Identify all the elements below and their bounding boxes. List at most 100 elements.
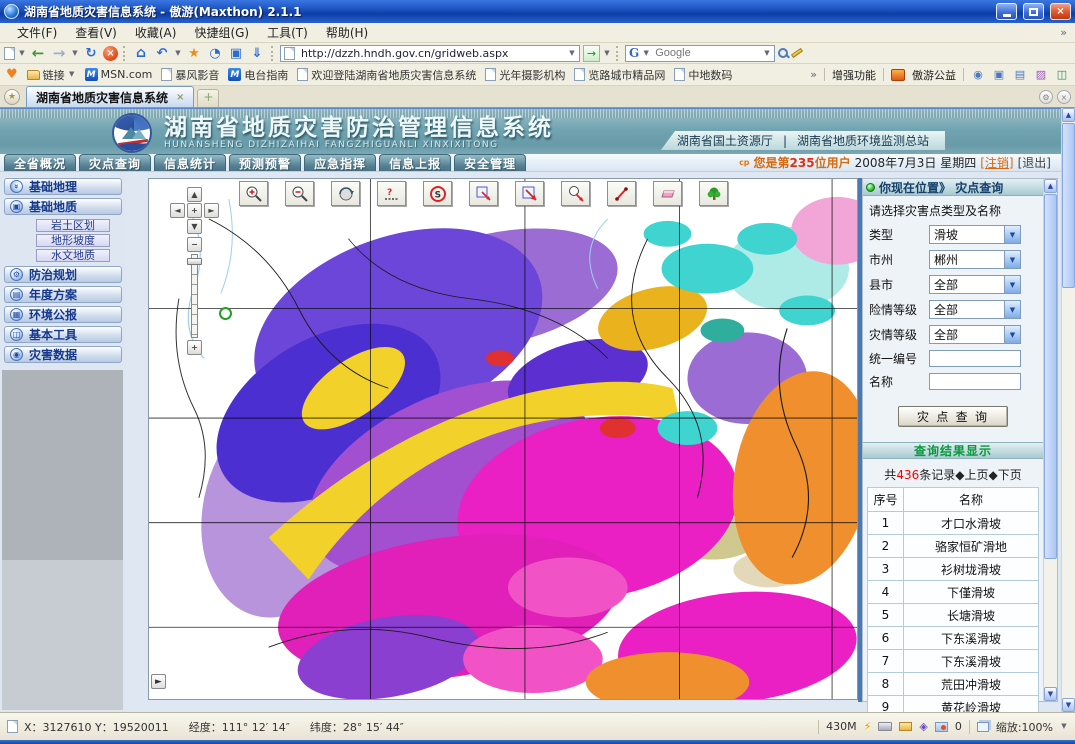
undo-icon[interactable]: ↶ (153, 44, 171, 62)
history-dropdown-icon[interactable]: ▼ (71, 44, 79, 62)
zoom-window-icon[interactable] (977, 722, 989, 732)
address-dropdown-icon[interactable]: ▼ (568, 44, 576, 62)
menu-groups[interactable]: 快捷组(G) (185, 23, 258, 42)
history-icon[interactable]: ◔ (206, 44, 224, 62)
exit-link[interactable]: [退出] (1018, 154, 1051, 171)
screenshot-icon[interactable] (935, 722, 948, 732)
sidebar-item-basic-tools[interactable]: ◫ 基本工具 (4, 326, 122, 343)
city-select[interactable]: 郴州 ▼ (929, 250, 1021, 269)
highlight-icon[interactable] (791, 48, 803, 58)
tab-options-icon[interactable]: ⚙ (1039, 90, 1053, 104)
link-zhongdi[interactable]: 中地数码 (674, 67, 732, 83)
link-radio[interactable]: M 电台指南 (228, 67, 288, 83)
pan-down-icon[interactable]: ▼ (187, 219, 202, 234)
tab-active[interactable]: 湖南省地质灾害信息系统 × (26, 86, 194, 107)
sidebar-item-prevention-plan[interactable]: ⚙ 防治规划 (4, 266, 122, 283)
downloads-folder-icon[interactable] (899, 722, 912, 731)
table-row[interactable]: 3衫树垅滑坡 (868, 558, 1039, 581)
magic-wand-icon[interactable]: ★ (185, 44, 203, 62)
nav-tab-statistics[interactable]: 信息统计 (154, 154, 226, 171)
scroll-down-icon[interactable]: ▼ (1044, 687, 1057, 701)
county-select[interactable]: 全部 ▼ (929, 275, 1021, 294)
new-page-dropdown-icon[interactable]: ▼ (18, 44, 26, 62)
stop-icon[interactable]: × (103, 46, 118, 61)
scroll-down-icon[interactable]: ▼ (1062, 698, 1075, 712)
table-row[interactable]: 1才口水滑坡 (868, 512, 1039, 535)
nav-tab-overview[interactable]: 全省概况 (4, 154, 76, 171)
zoom-slider-handle[interactable] (187, 258, 202, 265)
link-welcome[interactable]: 欢迎登陆湖南省地质灾害信息系统 (297, 67, 476, 83)
chevron-down-icon[interactable]: ▼ (1004, 301, 1020, 318)
sidebar-item-annual-plan[interactable]: ▤ 年度方案 (4, 286, 122, 303)
back-icon[interactable]: ← (29, 44, 47, 62)
new-tab-button[interactable]: + (197, 89, 219, 107)
pan-rotate-button[interactable] (331, 181, 360, 206)
plugin-package-icon[interactable]: ◈ (919, 720, 927, 733)
menu-favorites[interactable]: 收藏(A) (126, 23, 186, 42)
undo-dropdown-icon[interactable]: ▼ (174, 44, 182, 62)
table-row[interactable]: 6下东溪滑坡 (868, 627, 1039, 650)
disaster-query-button[interactable]: 灾 点 查 询 (898, 406, 1008, 427)
refresh-icon[interactable]: ↻ (82, 44, 100, 62)
menu-help[interactable]: 帮助(H) (317, 23, 377, 42)
eraser-button[interactable] (653, 181, 682, 206)
sidebar-item-base-geology[interactable]: ▣ 基础地质 (4, 198, 122, 215)
identify-button[interactable] (561, 181, 590, 206)
menu-tools[interactable]: 工具(T) (258, 23, 317, 42)
zoom-in-button[interactable] (239, 181, 268, 206)
maximize-button[interactable] (1023, 3, 1044, 20)
links-overflow-icon[interactable]: » (810, 68, 817, 81)
download-icon[interactable]: ⇓ (248, 44, 266, 62)
nav-tab-report[interactable]: 信息上报 (379, 154, 451, 171)
sidebar-sub-terrain-slope[interactable]: 地形坡度 (36, 234, 110, 247)
type-select[interactable]: 滑坡 ▼ (929, 225, 1021, 244)
skin-icon[interactable]: ◉ (971, 69, 985, 81)
search-box[interactable]: G ▼ ▼ (625, 45, 775, 62)
chevron-down-icon[interactable]: ▼ (1004, 276, 1020, 293)
links-folder[interactable]: 链接 ▼ (27, 66, 76, 84)
brush-icon[interactable]: ▨ (1034, 69, 1048, 81)
pan-right-icon[interactable]: ► (204, 203, 219, 218)
table-row[interactable]: 8荒田冲滑坡 (868, 673, 1039, 696)
tab-list-close-icon[interactable]: × (1057, 90, 1071, 104)
printer-icon[interactable] (878, 722, 892, 731)
geological-map[interactable]: ? S ▲ (148, 178, 858, 700)
home-icon[interactable]: ⌂ (132, 44, 150, 62)
sidebar-item-base-geography[interactable]: » 基础地理 (4, 178, 122, 195)
logout-link[interactable]: [注销] (980, 154, 1013, 171)
chevron-down-icon[interactable]: ▼ (1004, 326, 1020, 343)
zoom-plus-icon[interactable]: + (187, 340, 202, 355)
pan-center-icon[interactable]: + (187, 203, 202, 218)
zoom-box-button[interactable] (469, 181, 498, 206)
browser-scrollbar[interactable]: ▲ ▼ (1061, 108, 1075, 712)
panel-scrollbar[interactable]: ▲ ▼ (1043, 179, 1057, 701)
boost-lightning-icon[interactable]: ⚡ (864, 720, 872, 733)
address-input[interactable] (299, 46, 564, 61)
nav-tab-security[interactable]: 安全管理 (454, 154, 526, 171)
link-photo[interactable]: 光年摄影机构 (485, 67, 565, 83)
menu-view[interactable]: 查看(V) (66, 23, 126, 42)
link-city[interactable]: 览路城市精品网 (574, 67, 665, 83)
sidebar-item-env-bulletin[interactable]: ▦ 环境公报 (4, 306, 122, 323)
zoom-slider-track[interactable] (191, 254, 198, 338)
favorites-star-icon[interactable]: ★ (4, 89, 20, 105)
frames-icon[interactable]: ▣ (227, 44, 245, 62)
menu-file[interactable]: 文件(F) (8, 23, 66, 42)
next-page-link[interactable]: ◆下页 (988, 468, 1021, 482)
maxthon-charity-link[interactable]: 傲游公益 (912, 67, 956, 83)
search-input[interactable] (653, 46, 760, 60)
draw-line-button[interactable] (607, 181, 636, 206)
new-page-icon[interactable] (4, 47, 15, 60)
go-icon[interactable]: → (583, 45, 600, 62)
address-bar[interactable]: ▼ (280, 45, 580, 62)
zoom-out-button[interactable] (285, 181, 314, 206)
menu-overflow-icon[interactable]: » (1060, 26, 1067, 39)
table-row[interactable]: 7下东溪滑坡 (868, 650, 1039, 673)
plugin-icon[interactable]: ◫ (1055, 69, 1069, 81)
prev-page-link[interactable]: ◆上页 (955, 468, 988, 482)
minimize-button[interactable] (996, 3, 1017, 20)
danger-level-select[interactable]: 全部 ▼ (929, 300, 1021, 319)
table-row[interactable]: 4下僅滑坡 (868, 581, 1039, 604)
table-row[interactable]: 2骆家恒矿滑地 (868, 535, 1039, 558)
search-engine-dropdown-icon[interactable]: ▼ (642, 44, 650, 62)
